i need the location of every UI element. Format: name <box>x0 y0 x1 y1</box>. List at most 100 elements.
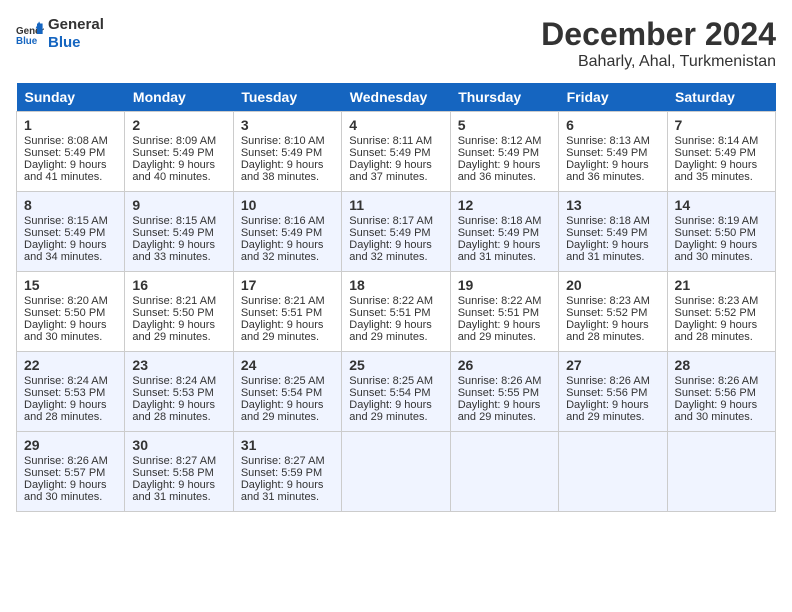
day-number: 24 <box>241 357 334 373</box>
sunrise: Sunrise: 8:25 AM <box>349 375 433 387</box>
calendar-row-4: 22 Sunrise: 8:24 AM Sunset: 5:53 PM Dayl… <box>17 352 776 432</box>
daylight: Daylight: 9 hours and 29 minutes. <box>241 319 324 343</box>
sunrise: Sunrise: 8:23 AM <box>675 295 759 307</box>
day-number: 14 <box>675 197 768 213</box>
daylight: Daylight: 9 hours and 31 minutes. <box>458 239 541 263</box>
calendar-cell-5: 5 Sunrise: 8:12 AM Sunset: 5:49 PM Dayli… <box>450 112 558 192</box>
day-number: 21 <box>675 277 768 293</box>
col-saturday: Saturday <box>667 83 775 112</box>
sunrise: Sunrise: 8:21 AM <box>241 295 325 307</box>
daylight: Daylight: 9 hours and 36 minutes. <box>458 159 541 183</box>
logo-icon: General Blue <box>16 20 44 48</box>
daylight: Daylight: 9 hours and 32 minutes. <box>241 239 324 263</box>
day-number: 10 <box>241 197 334 213</box>
sunrise: Sunrise: 8:19 AM <box>675 215 759 227</box>
calendar-cell-7: 7 Sunrise: 8:14 AM Sunset: 5:49 PM Dayli… <box>667 112 775 192</box>
sunrise: Sunrise: 8:14 AM <box>675 135 759 147</box>
sunset: Sunset: 5:49 PM <box>458 227 539 239</box>
day-number: 23 <box>132 357 225 373</box>
daylight: Daylight: 9 hours and 35 minutes. <box>675 159 758 183</box>
sunrise: Sunrise: 8:13 AM <box>566 135 650 147</box>
col-sunday: Sunday <box>17 83 125 112</box>
calendar-cell-23: 23 Sunrise: 8:24 AM Sunset: 5:53 PM Dayl… <box>125 352 233 432</box>
sunset: Sunset: 5:51 PM <box>241 307 322 319</box>
calendar-cell-10: 10 Sunrise: 8:16 AM Sunset: 5:49 PM Dayl… <box>233 192 341 272</box>
header-row: Sunday Monday Tuesday Wednesday Thursday… <box>17 83 776 112</box>
day-number: 16 <box>132 277 225 293</box>
sunrise: Sunrise: 8:26 AM <box>566 375 650 387</box>
calendar-cell-empty <box>450 432 558 512</box>
sunrise: Sunrise: 8:15 AM <box>24 215 108 227</box>
day-number: 27 <box>566 357 659 373</box>
sunrise: Sunrise: 8:25 AM <box>241 375 325 387</box>
day-number: 26 <box>458 357 551 373</box>
sunset: Sunset: 5:49 PM <box>566 147 647 159</box>
day-number: 2 <box>132 117 225 133</box>
calendar-cell-21: 21 Sunrise: 8:23 AM Sunset: 5:52 PM Dayl… <box>667 272 775 352</box>
sunrise: Sunrise: 8:26 AM <box>675 375 759 387</box>
col-monday: Monday <box>125 83 233 112</box>
sunrise: Sunrise: 8:24 AM <box>24 375 108 387</box>
sunset: Sunset: 5:51 PM <box>458 307 539 319</box>
sunrise: Sunrise: 8:21 AM <box>132 295 216 307</box>
svg-text:Blue: Blue <box>16 36 38 47</box>
day-number: 8 <box>24 197 117 213</box>
daylight: Daylight: 9 hours and 29 minutes. <box>458 399 541 423</box>
sunset: Sunset: 5:58 PM <box>132 467 213 479</box>
sunset: Sunset: 5:49 PM <box>241 227 322 239</box>
sunrise: Sunrise: 8:26 AM <box>458 375 542 387</box>
day-number: 20 <box>566 277 659 293</box>
day-number: 25 <box>349 357 442 373</box>
day-number: 30 <box>132 437 225 453</box>
daylight: Daylight: 9 hours and 28 minutes. <box>675 319 758 343</box>
day-number: 18 <box>349 277 442 293</box>
col-tuesday: Tuesday <box>233 83 341 112</box>
day-number: 7 <box>675 117 768 133</box>
sunrise: Sunrise: 8:26 AM <box>24 455 108 467</box>
daylight: Daylight: 9 hours and 29 minutes. <box>132 319 215 343</box>
calendar-cell-22: 22 Sunrise: 8:24 AM Sunset: 5:53 PM Dayl… <box>17 352 125 432</box>
sunset: Sunset: 5:49 PM <box>349 227 430 239</box>
sunrise: Sunrise: 8:24 AM <box>132 375 216 387</box>
sunrise: Sunrise: 8:27 AM <box>132 455 216 467</box>
sunset: Sunset: 5:50 PM <box>24 307 105 319</box>
calendar-cell-14: 14 Sunrise: 8:19 AM Sunset: 5:50 PM Dayl… <box>667 192 775 272</box>
sunset: Sunset: 5:49 PM <box>24 147 105 159</box>
calendar-cell-2: 2 Sunrise: 8:09 AM Sunset: 5:49 PM Dayli… <box>125 112 233 192</box>
sunset: Sunset: 5:53 PM <box>132 387 213 399</box>
calendar-cell-8: 8 Sunrise: 8:15 AM Sunset: 5:49 PM Dayli… <box>17 192 125 272</box>
sunset: Sunset: 5:49 PM <box>349 147 430 159</box>
daylight: Daylight: 9 hours and 29 minutes. <box>458 319 541 343</box>
calendar-cell-25: 25 Sunrise: 8:25 AM Sunset: 5:54 PM Dayl… <box>342 352 450 432</box>
calendar-cell-16: 16 Sunrise: 8:21 AM Sunset: 5:50 PM Dayl… <box>125 272 233 352</box>
calendar-cell-30: 30 Sunrise: 8:27 AM Sunset: 5:58 PM Dayl… <box>125 432 233 512</box>
sunset: Sunset: 5:49 PM <box>241 147 322 159</box>
daylight: Daylight: 9 hours and 29 minutes. <box>566 399 649 423</box>
col-wednesday: Wednesday <box>342 83 450 112</box>
calendar-cell-17: 17 Sunrise: 8:21 AM Sunset: 5:51 PM Dayl… <box>233 272 341 352</box>
day-number: 29 <box>24 437 117 453</box>
sunrise: Sunrise: 8:16 AM <box>241 215 325 227</box>
logo-general: General <box>48 16 104 34</box>
day-number: 12 <box>458 197 551 213</box>
calendar-cell-24: 24 Sunrise: 8:25 AM Sunset: 5:54 PM Dayl… <box>233 352 341 432</box>
sunset: Sunset: 5:49 PM <box>458 147 539 159</box>
sunset: Sunset: 5:50 PM <box>132 307 213 319</box>
sunrise: Sunrise: 8:27 AM <box>241 455 325 467</box>
page-header: General Blue General Blue December 2024 … <box>16 16 776 71</box>
calendar-cell-3: 3 Sunrise: 8:10 AM Sunset: 5:49 PM Dayli… <box>233 112 341 192</box>
logo: General Blue General Blue <box>16 16 104 52</box>
daylight: Daylight: 9 hours and 31 minutes. <box>132 479 215 503</box>
day-number: 22 <box>24 357 117 373</box>
sunrise: Sunrise: 8:18 AM <box>566 215 650 227</box>
daylight: Daylight: 9 hours and 30 minutes. <box>24 319 107 343</box>
daylight: Daylight: 9 hours and 28 minutes. <box>24 399 107 423</box>
calendar-cell-15: 15 Sunrise: 8:20 AM Sunset: 5:50 PM Dayl… <box>17 272 125 352</box>
calendar-cell-11: 11 Sunrise: 8:17 AM Sunset: 5:49 PM Dayl… <box>342 192 450 272</box>
calendar-cell-28: 28 Sunrise: 8:26 AM Sunset: 5:56 PM Dayl… <box>667 352 775 432</box>
calendar-cell-empty <box>667 432 775 512</box>
daylight: Daylight: 9 hours and 28 minutes. <box>132 399 215 423</box>
sunset: Sunset: 5:49 PM <box>132 147 213 159</box>
sunrise: Sunrise: 8:22 AM <box>458 295 542 307</box>
sunset: Sunset: 5:54 PM <box>241 387 322 399</box>
